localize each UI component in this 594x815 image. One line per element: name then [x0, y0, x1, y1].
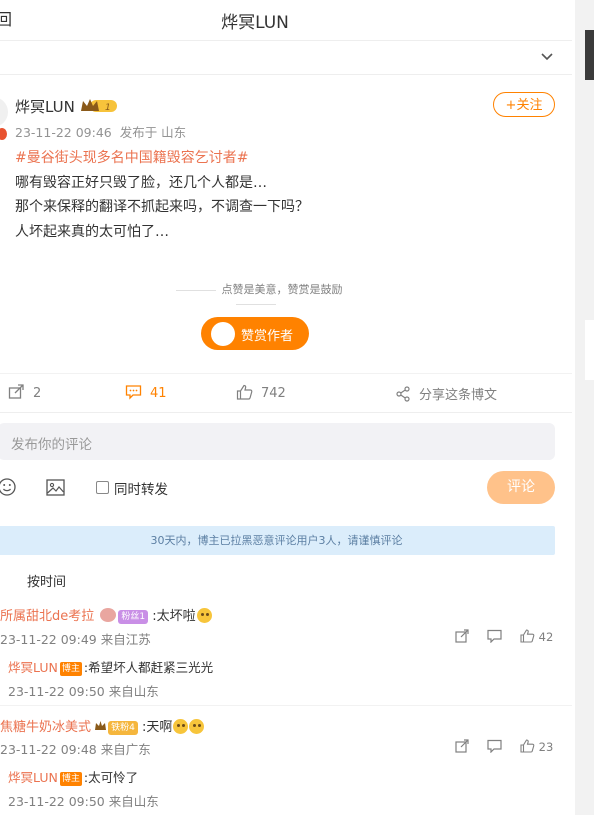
comment-text: :天啊: [142, 720, 173, 735]
post-meta: 23-11-22 09:46 发布于 山东: [15, 122, 186, 141]
page-title: 烨冥LUN: [221, 13, 289, 33]
comment-meta: 23-11-22 09:48 来自广东: [0, 742, 151, 757]
chevron-down-icon[interactable]: [540, 50, 554, 64]
fan-badge: 铁粉4: [108, 721, 138, 735]
comment-text: :太坏啦: [152, 609, 196, 624]
repost-checkbox[interactable]: [96, 481, 109, 494]
comment-divider: [0, 705, 572, 706]
comment-count: 41: [150, 386, 167, 401]
reward-hint-text: 点赞是美意，赞赏是鼓励: [221, 283, 343, 296]
reply-meta: 23-11-22 09:50 来自山东: [8, 684, 159, 699]
reply-item: 烨冥LUN 博主:太可怜了: [8, 767, 138, 786]
main-column: 回 烨冥LUN 烨冥LUN 1 23-11-22 09:46 发布于 山东 +关…: [0, 0, 572, 815]
image-icon[interactable]: [46, 479, 65, 496]
author-avatar-icon: [211, 322, 235, 346]
comment-input[interactable]: 发布你的评论: [0, 423, 555, 460]
comment-like-count: 23: [538, 740, 554, 754]
emoji-icon[interactable]: [0, 478, 16, 496]
post-author[interactable]: 烨冥LUN: [15, 96, 75, 117]
reward-author-button[interactable]: 赞赏作者: [201, 317, 309, 350]
comment-icon: [125, 385, 142, 400]
emoji-icon: [189, 719, 205, 734]
owner-badge: 博主: [59, 772, 82, 786]
comment-placeholder: 发布你的评论: [11, 437, 92, 453]
user-avatar-icon: [100, 608, 117, 622]
follow-button[interactable]: +关注: [493, 92, 555, 117]
side-card: [585, 320, 594, 380]
emoji-icon: [173, 719, 189, 734]
post-actions-bar: 2 41 742 分享这条博文: [0, 373, 572, 413]
level-badge-number: 1: [105, 103, 111, 113]
level-crown-icon: 1: [81, 99, 117, 113]
comment-like-button[interactable]: 23: [520, 739, 553, 754]
post-line-1: 哪有毁容正好只毁了脸，还几个人都是…: [15, 174, 267, 191]
reward-hint: 点赞是美意，赞赏是鼓励: [146, 281, 366, 310]
collapse-row: [0, 41, 572, 75]
comment-item: 焦糖牛奶冰美式 铁粉4 :天啊: [0, 716, 205, 735]
fan-badge: 粉丝1: [118, 610, 149, 624]
reply-user[interactable]: 烨冥LUN: [8, 770, 58, 785]
comment-reply-icon[interactable]: [487, 629, 502, 646]
post-body: #曼谷街头现多名中国籍毁容乞讨者# 哪有毁容正好只毁了脸，还几个人都是… 那个来…: [15, 146, 309, 244]
post-timestamp: 23-11-22 09:46: [15, 125, 112, 140]
side-panel-edge: [575, 0, 594, 815]
comment-action[interactable]: 41: [125, 384, 167, 401]
comment-reply-icon[interactable]: [487, 739, 502, 756]
reply-text: :希望坏人都赶紧三光光: [83, 660, 214, 675]
blocked-users-notice: 30天内，博主已拉黑恶意评论用户3人，请谨慎评论: [0, 526, 555, 555]
reply-user[interactable]: 烨冥LUN: [8, 660, 58, 675]
comment-like-count: 42: [538, 630, 554, 644]
comment-repost-icon[interactable]: [455, 739, 470, 756]
avatar[interactable]: [0, 97, 8, 127]
side-thumbnail: [585, 30, 594, 80]
submit-comment-button[interactable]: 评论: [487, 471, 555, 504]
crown-icon: [95, 721, 107, 730]
comment-user[interactable]: 焦糖牛奶冰美式: [0, 720, 91, 735]
comment-user[interactable]: 所属甜北de考拉: [0, 609, 94, 624]
emoji-icon: [196, 608, 212, 623]
share-label: 分享这条博文: [419, 388, 498, 403]
divider-line: [175, 289, 216, 291]
post-location: 发布于 山东: [119, 125, 187, 140]
hashtag-link[interactable]: #曼谷街头现多名中国籍毁容乞讨者#: [15, 146, 309, 171]
reply-meta: 23-11-22 09:50 来自山东: [8, 794, 159, 809]
repost-checkbox-label[interactable]: 同时转发: [114, 478, 168, 498]
reward-button-label: 赞赏作者: [241, 329, 294, 344]
share-action[interactable]: 分享这条博文: [395, 384, 497, 403]
comment-like-button[interactable]: 42: [520, 629, 553, 644]
divider-line: [236, 303, 276, 305]
repost-action[interactable]: 2: [8, 384, 41, 401]
like-count: 742: [261, 386, 286, 401]
repost-count: 2: [33, 386, 42, 401]
owner-badge: 博主: [59, 662, 82, 676]
thumbs-up-icon: [236, 384, 253, 400]
repost-icon: [8, 384, 24, 399]
verified-badge: [0, 128, 7, 140]
post-line-3: 人坏起来真的太可怕了…: [15, 223, 169, 240]
sort-by-time[interactable]: 按时间: [27, 571, 66, 590]
share-icon: [396, 386, 410, 402]
like-action[interactable]: 742: [236, 384, 286, 401]
comment-repost-icon[interactable]: [455, 629, 470, 646]
comment-item: 所属甜北de考拉 粉丝1 :太坏啦: [0, 605, 212, 624]
reply-item: 烨冥LUN 博主:希望坏人都赶紧三光光: [8, 657, 213, 676]
post-line-2: 那个来保释的翻译不抓起来吗，不调查一下吗？: [15, 199, 309, 215]
comment-meta: 23-11-22 09:49 来自江苏: [0, 632, 151, 647]
reply-text: :太可怜了: [83, 770, 139, 785]
top-bar: 回 烨冥LUN: [0, 0, 572, 41]
